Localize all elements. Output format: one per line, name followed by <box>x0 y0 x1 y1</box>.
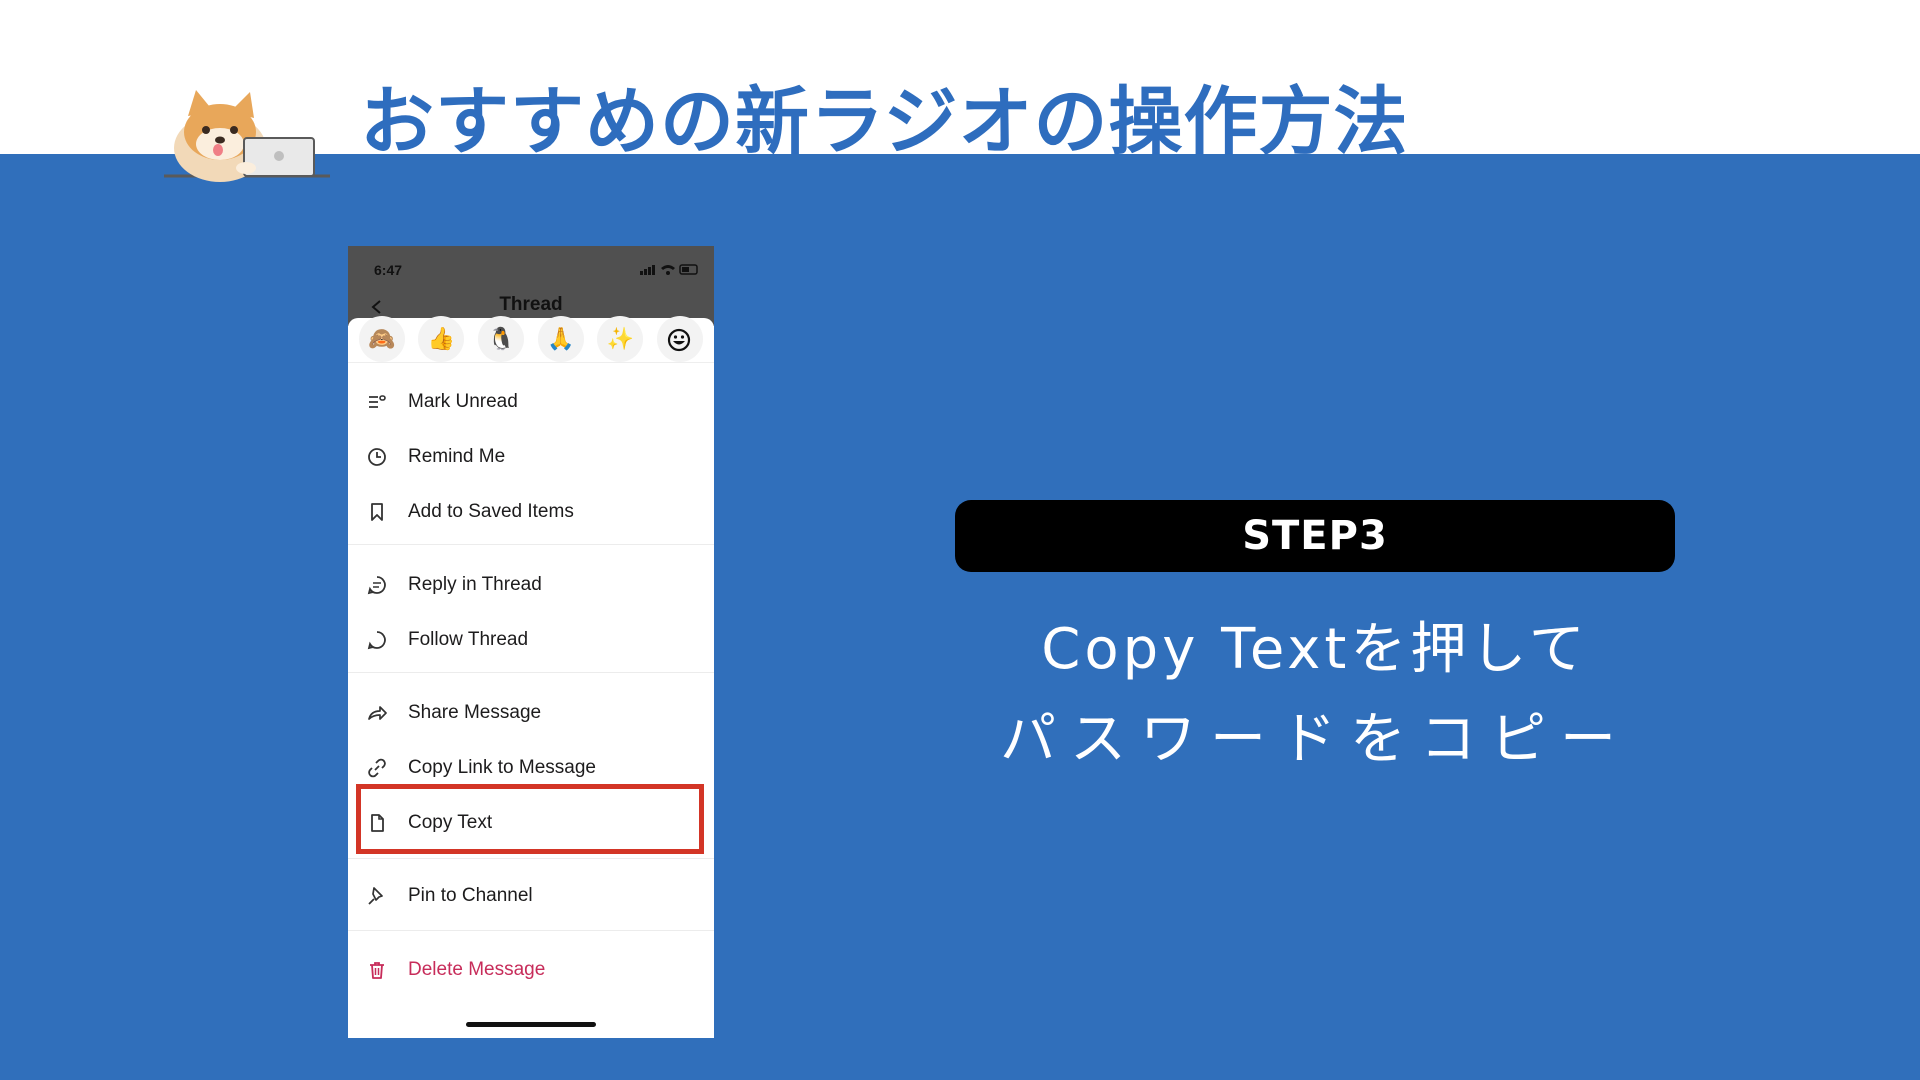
clock-icon <box>366 446 388 468</box>
home-indicator[interactable] <box>466 1022 596 1027</box>
smiley-add-icon <box>668 328 691 352</box>
instruction-line-1: Copy Textを押して <box>1041 617 1589 682</box>
reaction-button[interactable]: ✨ <box>597 316 644 362</box>
nav-title: Thread <box>499 294 563 315</box>
reaction-emoji: 🙏 <box>547 326 575 352</box>
menu-item-label: Share Message <box>408 702 542 723</box>
menu-item-pin-to-channel[interactable]: Pin to Channel <box>348 874 714 918</box>
menu-item-label: Pin to Channel <box>408 885 533 906</box>
menu-item-follow-thread[interactable]: Follow Thread <box>348 618 714 662</box>
pin-icon <box>366 885 388 907</box>
menu-item-reply-in-thread[interactable]: Reply in Thread <box>348 563 714 607</box>
action-sheet: 🙈 👍 🐧 🙏 ✨ Mark Unread Remind Me Add to S… <box>348 316 714 1038</box>
instruction-line-2: パスワードをコピー <box>1000 707 1630 772</box>
step-badge: STEP3 <box>955 500 1675 572</box>
bookmark-icon <box>366 501 388 523</box>
status-time: 6:47 <box>374 262 403 278</box>
mark-unread-icon <box>366 391 388 413</box>
menu-item-share-message[interactable]: Share Message <box>348 691 714 735</box>
signal-wifi-battery-icon <box>640 264 698 275</box>
status-bar: 6:47 Thread <box>348 246 714 326</box>
menu-item-label: Follow Thread <box>408 629 529 650</box>
menu-item-label: Reply in Thread <box>408 574 542 595</box>
divider <box>348 858 714 859</box>
menu-item-label: Copy Link to Message <box>408 757 596 778</box>
phone-screenshot: 6:47 Thread 🙈 👍 🐧 🙏 ✨ Mark Unread Remind… <box>348 246 714 1038</box>
highlight-frame <box>356 784 704 854</box>
dog-mascot-icon <box>164 90 330 182</box>
divider <box>348 544 714 545</box>
menu-item-label: Add to Saved Items <box>408 501 574 522</box>
page-title: おすすめの新ラジオの操作方法 <box>360 79 1409 165</box>
reaction-emoji: 🐧 <box>487 326 515 352</box>
menu-item-delete-message[interactable]: Delete Message <box>348 948 714 992</box>
divider <box>348 672 714 673</box>
reaction-button[interactable]: 🐧 <box>478 316 525 362</box>
reaction-emoji: ✨ <box>606 326 635 352</box>
reaction-bar: 🙈 👍 🐧 🙏 ✨ <box>348 316 714 362</box>
reaction-button[interactable]: 🙏 <box>537 316 584 362</box>
menu-item-mark-unread[interactable]: Mark Unread <box>348 380 714 424</box>
menu-item-label: Mark Unread <box>408 391 518 412</box>
trash-icon <box>366 959 388 981</box>
menu-item-remind-me[interactable]: Remind Me <box>348 435 714 479</box>
reaction-emoji: 👍 <box>427 326 456 352</box>
share-icon <box>366 702 388 724</box>
link-icon <box>366 757 388 779</box>
divider <box>348 362 714 363</box>
reply-thread-icon <box>366 574 388 596</box>
menu-item-label: Remind Me <box>408 446 506 467</box>
add-reaction-button[interactable] <box>657 316 704 362</box>
menu-item-add-to-saved[interactable]: Add to Saved Items <box>348 490 714 534</box>
reaction-button[interactable]: 🙈 <box>358 316 405 362</box>
reaction-emoji: 🙈 <box>368 326 396 352</box>
divider <box>348 930 714 931</box>
reaction-button[interactable]: 👍 <box>418 316 465 362</box>
follow-thread-icon <box>366 629 388 651</box>
menu-item-label: Delete Message <box>408 959 546 980</box>
